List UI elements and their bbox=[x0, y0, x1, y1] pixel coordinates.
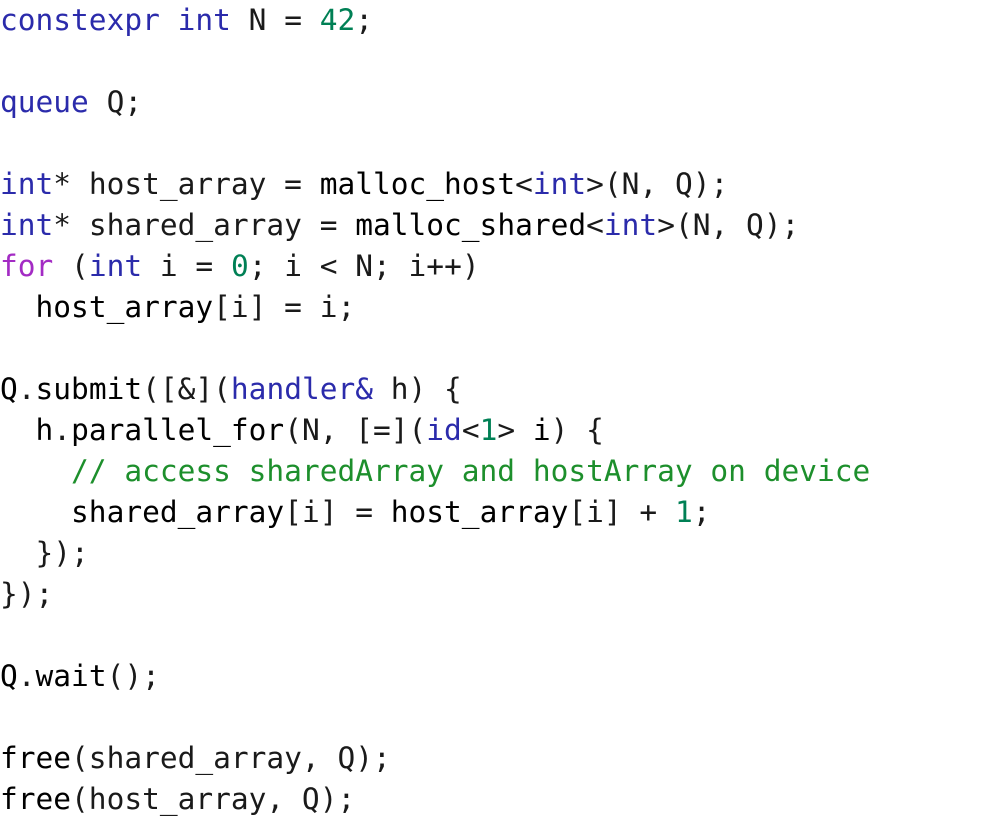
code-token-variable: shared_array bbox=[71, 495, 285, 529]
code-token-keyword: constexpr bbox=[0, 3, 160, 37]
code-line: host_array[i] = i; bbox=[0, 287, 984, 328]
code-token-variable: i bbox=[532, 413, 551, 447]
code-token-plain: ; i < N; i++) bbox=[248, 249, 480, 283]
code-token-type: int bbox=[177, 3, 231, 37]
code-token-plain: [i] = bbox=[284, 495, 391, 529]
code-token-plain: N = bbox=[230, 3, 320, 37]
code-token-variable: host_array bbox=[390, 495, 569, 529]
code-lines-container: constexpr int N = 42; queue Q; int* host… bbox=[0, 0, 984, 820]
code-token-plain: (shared_array, Q); bbox=[71, 741, 391, 775]
code-line: free(shared_array, Q); bbox=[0, 738, 984, 779]
code-token-punct: ; bbox=[355, 3, 374, 37]
code-token-number: 1 bbox=[479, 413, 498, 447]
code-line: constexpr int N = 42; bbox=[0, 0, 984, 41]
code-token-number: 1 bbox=[674, 495, 693, 529]
code-line: int* shared_array = malloc_shared<int>(N… bbox=[0, 205, 984, 246]
code-token-plain: ([&]( bbox=[142, 372, 231, 406]
code-token-plain: Q; bbox=[88, 85, 143, 119]
code-line: }); bbox=[0, 533, 984, 574]
code-token-punct: < bbox=[586, 208, 604, 242]
code-token-plain: (N, [=]( bbox=[284, 413, 427, 447]
code-token-plain: < bbox=[461, 413, 480, 447]
code-token-function: free bbox=[0, 741, 72, 775]
code-token-type: int bbox=[88, 249, 143, 283]
code-token-type: int bbox=[532, 167, 587, 201]
code-token-plain: (host_array, Q); bbox=[71, 782, 356, 816]
code-token-plain: . bbox=[17, 372, 36, 406]
code-line: int* host_array = malloc_host<int>(N, Q)… bbox=[0, 164, 984, 205]
code-token-plain: ( bbox=[53, 249, 89, 283]
code-token-variable: host_array bbox=[35, 290, 214, 324]
code-token-variable: Q bbox=[0, 659, 18, 693]
code-line: }); bbox=[0, 574, 984, 615]
code-line: Q.wait(); bbox=[0, 656, 984, 697]
code-line: free(host_array, Q); bbox=[0, 779, 984, 820]
code-line: h.parallel_for(N, [=](id<1> i) { bbox=[0, 410, 984, 451]
code-token-type: id bbox=[426, 413, 462, 447]
code-token-plain: h) { bbox=[373, 372, 462, 406]
code-token-plain: * shared_array = bbox=[53, 208, 356, 242]
code-token-function: parallel_for bbox=[71, 413, 285, 447]
code-token-plain: }); bbox=[0, 536, 89, 570]
code-line: for (int i = 0; i < N; i++) bbox=[0, 246, 984, 287]
code-token-function: malloc_host bbox=[319, 167, 516, 201]
code-token-plain: }); bbox=[0, 577, 54, 611]
code-token-plain: ; bbox=[692, 495, 711, 529]
code-token-plain: . bbox=[53, 413, 72, 447]
code-token-type: handler& bbox=[230, 372, 374, 406]
code-token-comment: // access sharedArray and hostArray on d… bbox=[71, 454, 871, 488]
code-token-number: 42 bbox=[319, 3, 356, 37]
code-token-function: malloc_shared bbox=[355, 208, 587, 242]
code-token-plain: ) { bbox=[550, 413, 604, 447]
code-token-type: int bbox=[0, 167, 54, 201]
code-token-plain: [i] + bbox=[568, 495, 675, 529]
code-token-punct: >(N, Q); bbox=[586, 167, 729, 201]
code-token-punct: < bbox=[515, 167, 533, 201]
code-token-plain: [i] = i; bbox=[213, 290, 356, 324]
code-token-plain: > bbox=[497, 413, 533, 447]
code-token-control: for bbox=[0, 249, 54, 283]
code-token-variable: h bbox=[35, 413, 54, 447]
code-token-type: int bbox=[0, 208, 54, 242]
code-token-keyword: queue bbox=[0, 85, 89, 119]
code-token-number: 0 bbox=[230, 249, 249, 283]
code-listing: constexpr int N = 42; queue Q; int* host… bbox=[0, 0, 984, 825]
code-token-function: free bbox=[0, 782, 72, 816]
code-line: Q.submit([&](handler& h) { bbox=[0, 369, 984, 410]
code-token-plain: i = bbox=[142, 249, 231, 283]
code-line: queue Q; bbox=[0, 82, 984, 123]
code-line: shared_array[i] = host_array[i] + 1; bbox=[0, 492, 984, 533]
code-token-function: wait bbox=[35, 659, 107, 693]
code-token-punct: >(N, Q); bbox=[657, 208, 800, 242]
code-token-type: int bbox=[603, 208, 658, 242]
code-token-plain: . bbox=[17, 659, 36, 693]
code-token-plain: (); bbox=[106, 659, 160, 693]
code-token-plain: * host_array = bbox=[53, 167, 320, 201]
code-token-variable: Q bbox=[0, 372, 18, 406]
code-token-function: submit bbox=[35, 372, 143, 406]
code-line: // access sharedArray and hostArray on d… bbox=[0, 451, 984, 492]
